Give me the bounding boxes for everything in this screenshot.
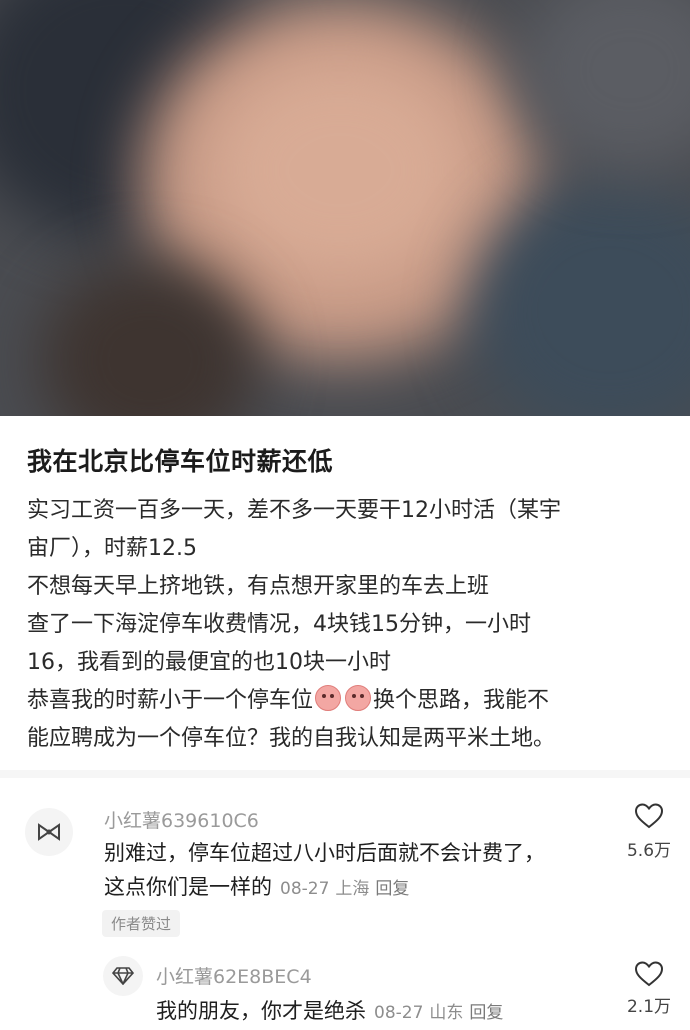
post-body-line: 查了一下海淀停车收费情况，4块钱15分钟，一小时 bbox=[27, 612, 531, 637]
post-body-line: 不想每天早上挤地铁，有点想开家里的车去上班 bbox=[27, 574, 490, 599]
like-button[interactable]: 2.1万 bbox=[619, 960, 679, 1017]
post-body-text: 恭喜我的时薪小于一个停车位 bbox=[27, 688, 314, 713]
comment-location: 上海 bbox=[335, 879, 370, 899]
post-body-line: 16，我看到的最便宜的也10块一小时 bbox=[27, 650, 391, 675]
crying-emoji-icon bbox=[345, 685, 372, 711]
reply-button[interactable]: 回复 bbox=[469, 1003, 503, 1023]
comment-meta: 08-27 山东 回复 bbox=[374, 1003, 509, 1023]
like-count: 5.6万 bbox=[626, 841, 672, 861]
comment-location: 山东 bbox=[429, 1003, 464, 1023]
comment-username[interactable]: 小红薯639610C6 bbox=[104, 806, 259, 833]
diamond-icon bbox=[112, 967, 134, 985]
comment-date: 08-27 bbox=[280, 879, 330, 899]
post-photo[interactable] bbox=[0, 0, 690, 416]
heart-icon bbox=[634, 803, 664, 829]
section-divider bbox=[0, 770, 690, 778]
post-body-line: 能应聘成为一个停车位？我的自我认知是两平米土地。 bbox=[27, 726, 556, 751]
avatar[interactable] bbox=[103, 956, 143, 996]
post-body-line: 实习工资一百多一天，差不多一天要干12小时活（某宇 bbox=[27, 498, 561, 523]
comment-meta: 08-27 上海 回复 bbox=[280, 879, 415, 899]
laughing-emoji-icon bbox=[315, 685, 342, 711]
bow-icon bbox=[38, 823, 60, 841]
comment-text: 别难过，停车位超过八小时后面就不会计费了， bbox=[104, 841, 545, 865]
post-body-line: 恭喜我的时薪小于一个停车位 换个思路，我能不 bbox=[27, 682, 667, 720]
comment-date: 08-27 bbox=[374, 1003, 424, 1023]
heart-icon bbox=[634, 961, 664, 987]
comment-text-line: 我的朋友，你才是绝杀 08-27 山东 回复 bbox=[156, 994, 509, 1030]
comment-text: 这点你们是一样的 bbox=[104, 875, 272, 899]
post-body: 实习工资一百多一天，差不多一天要干12小时活（某宇 宙厂），时薪12.5 不想每… bbox=[27, 492, 667, 758]
like-button[interactable]: 5.6万 bbox=[619, 802, 679, 861]
comment-text-line: 这点你们是一样的 08-27 上海 回复 bbox=[104, 870, 415, 906]
post-body-line: 宙厂），时薪12.5 bbox=[27, 536, 197, 561]
avatar[interactable] bbox=[25, 808, 73, 856]
photo-region bbox=[210, 60, 470, 280]
author-liked-badge: 作者赞过 bbox=[102, 910, 181, 937]
comment-text: 我的朋友，你才是绝杀 bbox=[156, 999, 366, 1023]
photo-region bbox=[520, 0, 690, 170]
post-title: 我在北京比停车位时薪还低 bbox=[27, 447, 334, 476]
comment-username[interactable]: 小红薯62E8BEC4 bbox=[156, 962, 312, 989]
reply-button[interactable]: 回复 bbox=[375, 879, 409, 899]
post-body-text: 换个思路，我能不 bbox=[373, 688, 550, 713]
like-count: 2.1万 bbox=[626, 997, 672, 1017]
